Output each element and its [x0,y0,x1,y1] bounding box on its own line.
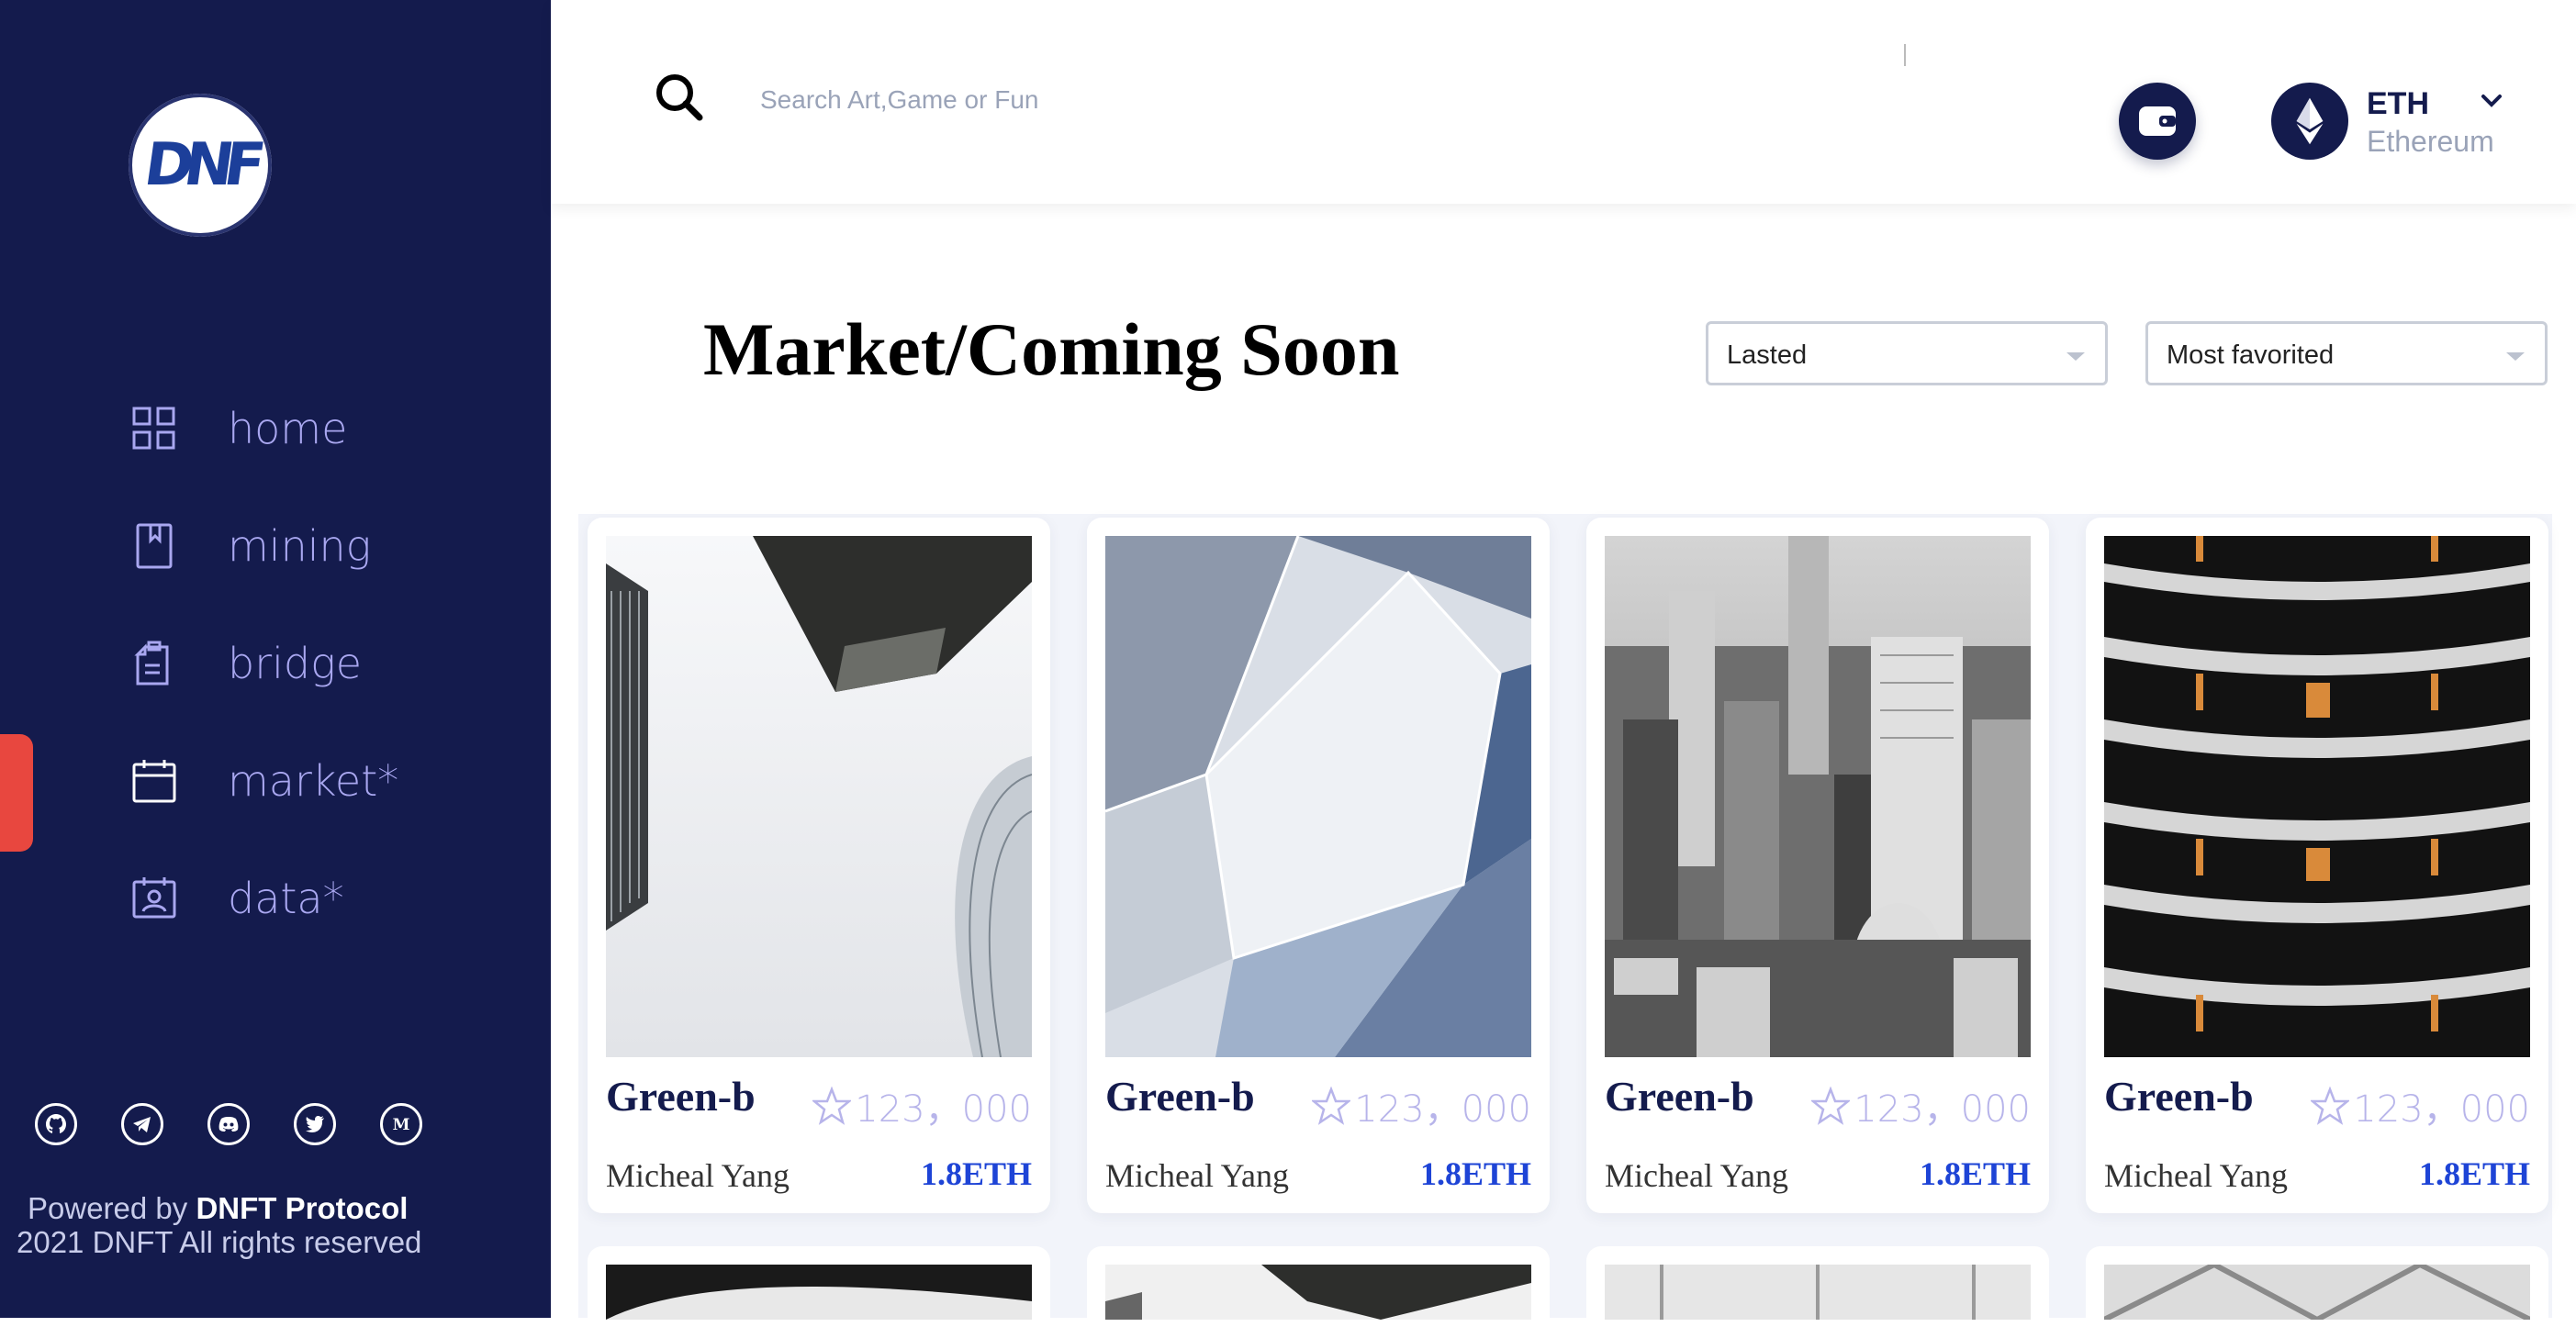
twitter-icon [306,1116,324,1132]
nft-card[interactable]: Green-b 123，000 Micheal Yang 1.8ETH [1586,518,2049,1213]
favorite-count-text: 123，000 [1854,1088,2031,1131]
nft-card[interactable]: Green-b 123，000 Micheal Yang 1.8ETH [2086,518,2548,1213]
sidebar-item-mining[interactable]: mining [0,505,551,587]
grid-icon [132,407,175,450]
favorite-count-text: 123，000 [1354,1088,1531,1131]
favorite-count[interactable]: 123，000 [1811,1079,2031,1132]
sidebar: DNF home mining bridge market* data* M P… [0,0,551,1318]
discord-icon [218,1117,239,1132]
star-icon [2311,1087,2350,1125]
nft-card[interactable] [1087,1246,1550,1338]
github-icon [46,1114,66,1133]
nft-image [2104,1265,2530,1320]
nft-author: Micheal Yang [2104,1157,2288,1194]
calendar-icon [132,760,176,803]
powered-brand-link[interactable]: DNFT Protocol [196,1191,408,1225]
telegram-icon [133,1117,151,1132]
twitter-link[interactable] [294,1103,336,1145]
favorite-count-text: 123，000 [855,1088,1032,1131]
sidebar-item-label: home [228,404,348,453]
network-symbol: ETH [2367,86,2429,121]
favorite-count[interactable]: 123，000 [812,1079,1032,1132]
star-icon [1811,1087,1851,1125]
svg-text:M: M [393,1116,410,1134]
network-button[interactable] [2271,83,2348,160]
sidebar-item-bridge[interactable]: bridge [0,622,551,705]
telegram-link[interactable] [121,1103,163,1145]
sort-select[interactable]: Lasted [1706,321,2108,385]
sidebar-item-home[interactable]: home [0,387,551,470]
nft-name: Green-b [606,1073,756,1120]
nft-author: Micheal Yang [1605,1157,1788,1194]
nft-author: Micheal Yang [606,1157,790,1194]
sidebar-item-market[interactable]: market* [0,740,551,822]
copyright: 2021 DNFT All rights reserved [17,1225,422,1259]
nft-image [1605,1265,2031,1320]
nft-image [1105,536,1531,1057]
chevron-down-icon[interactable] [2479,88,2504,114]
sidebar-item-label: bridge [228,639,362,688]
discord-link[interactable] [207,1103,250,1145]
medium-icon: M [393,1116,410,1134]
nft-image [1605,536,2031,1057]
filter-select-value: Most favorited [2167,340,2335,370]
filter-select[interactable]: Most favorited [2145,321,2548,385]
nft-image [2104,536,2530,1057]
chevron-down-icon [2066,352,2085,361]
sidebar-item-label: data* [228,874,344,923]
sidebar-item-label: market* [228,756,399,806]
nft-card[interactable]: Green-b 123，000 Micheal Yang 1.8ETH [588,518,1050,1213]
page-title: Market/Coming Soon [703,307,1400,391]
nft-image [606,1265,1032,1320]
nft-image [1105,1265,1531,1320]
sidebar-item-label: mining [228,521,372,571]
sort-select-value: Lasted [1727,340,1808,370]
top-header: ETH Ethereum [551,0,2576,204]
network-name: Ethereum [2367,125,2494,158]
medium-link[interactable]: M [380,1103,422,1145]
chevron-down-icon [2506,352,2525,361]
nft-image [606,536,1032,1057]
dnft-logo[interactable]: DNF [129,94,272,237]
logo-text: DNF [140,131,261,199]
powered-prefix: Powered by [28,1191,196,1225]
id-card-icon [132,877,176,919]
documents-icon [134,641,169,686]
wallet-icon [2139,106,2176,136]
nft-card[interactable] [2086,1246,2548,1338]
nft-price: 1.8ETH [2418,1155,2530,1192]
favorite-count[interactable]: 123，000 [2311,1079,2530,1132]
star-icon [812,1087,852,1125]
nft-card[interactable] [1586,1246,2049,1338]
sidebar-item-data[interactable]: data* [0,857,551,940]
ethereum-icon [2296,97,2324,145]
search-icon[interactable] [652,70,707,125]
nft-card[interactable]: Green-b 123，000 Micheal Yang 1.8ETH [1087,518,1550,1213]
nft-price: 1.8ETH [1919,1155,2031,1192]
favorite-count[interactable]: 123，000 [1312,1079,1531,1132]
divider [1904,44,1906,66]
nft-name: Green-b [2104,1073,2254,1120]
nft-name: Green-b [1105,1073,1255,1120]
github-link[interactable] [35,1103,77,1145]
wallet-button[interactable] [2119,83,2196,160]
search-input[interactable] [758,79,1496,121]
nft-price: 1.8ETH [920,1155,1032,1192]
nft-author: Micheal Yang [1105,1157,1289,1194]
powered-by: Powered by DNFT Protocol [28,1191,408,1226]
star-icon [1312,1087,1351,1125]
favorite-count-text: 123，000 [2353,1088,2530,1131]
nft-card[interactable] [588,1246,1050,1338]
nft-name: Green-b [1605,1073,1754,1120]
bookmark-icon [136,523,173,569]
nft-price: 1.8ETH [1419,1155,1531,1192]
